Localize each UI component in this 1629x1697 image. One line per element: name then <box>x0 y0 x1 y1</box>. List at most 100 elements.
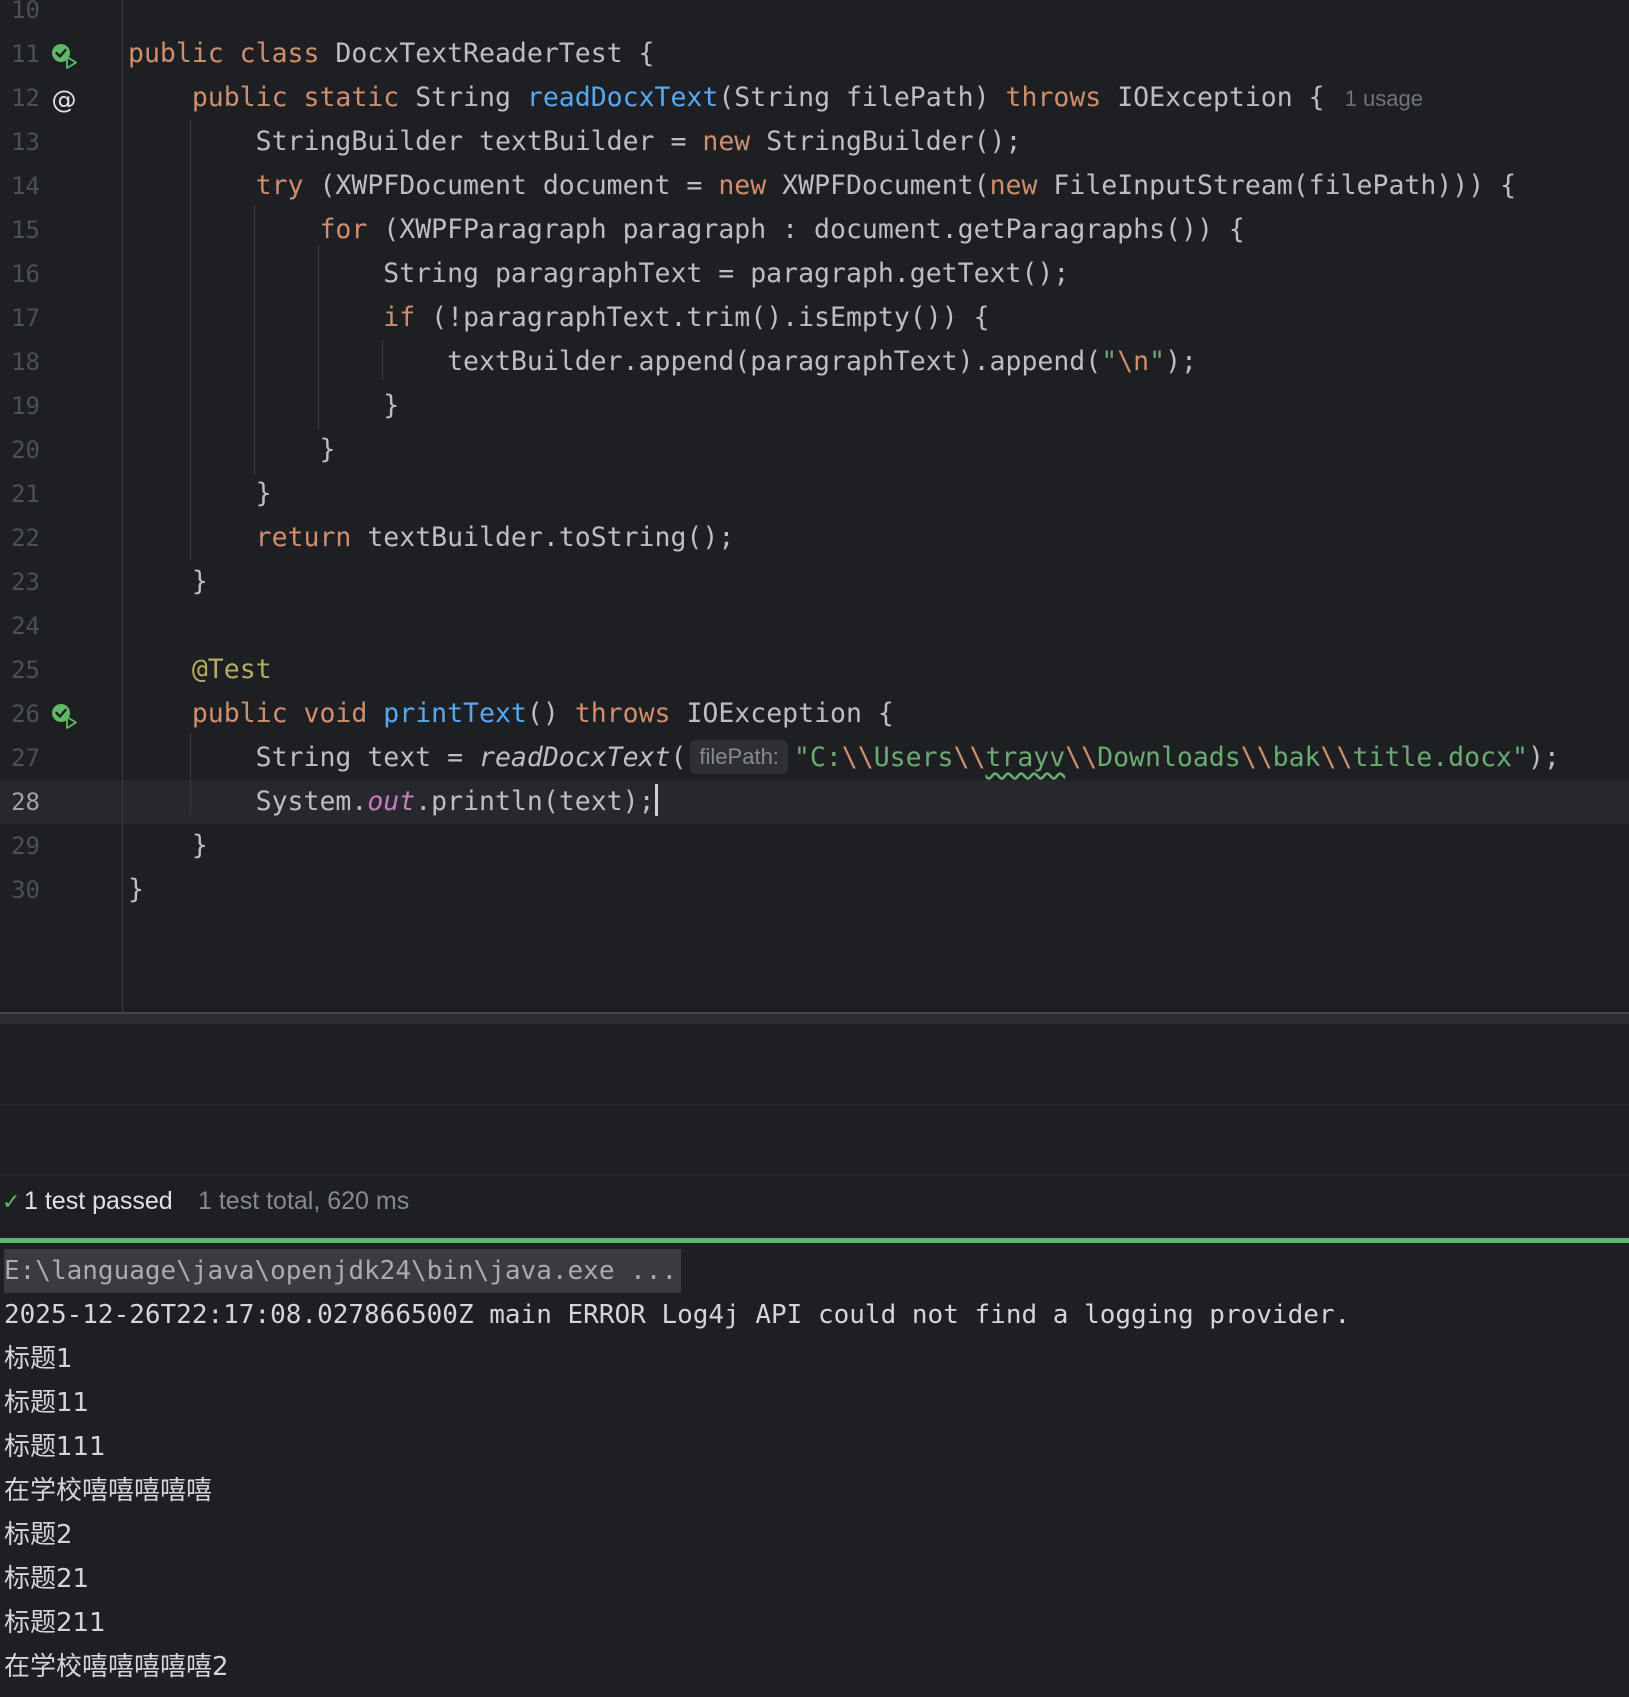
code-token: StringBuilder textBuilder = <box>128 126 703 157</box>
code-text[interactable]: } <box>128 384 399 428</box>
code-token: ); <box>1165 346 1197 377</box>
code-line-18[interactable]: 18 textBuilder.append(paragraphText).app… <box>0 340 1629 384</box>
code-line-29[interactable]: 29 } <box>0 824 1629 868</box>
code-line-16[interactable]: 16 String paragraphText = paragraph.getT… <box>0 252 1629 296</box>
code-text[interactable]: } <box>128 868 144 912</box>
code-text[interactable]: public class DocxTextReaderTest { <box>128 32 655 76</box>
code-text[interactable]: @Test <box>128 648 272 692</box>
code-line-13[interactable]: 13 StringBuilder textBuilder = new Strin… <box>0 120 1629 164</box>
code-text[interactable]: for (XWPFParagraph paragraph : document.… <box>128 208 1244 252</box>
tests-summary: 1 test total, 620 ms <box>198 1187 410 1215</box>
run-test-icon[interactable] <box>50 42 77 69</box>
code-line-12[interactable]: 12 @ public static String readDocxText(St… <box>0 76 1629 120</box>
code-line-27[interactable]: 27 String text = readDocxText(filePath: "… <box>0 736 1629 780</box>
code-token: \\ <box>1320 742 1353 773</box>
code-text[interactable]: return textBuilder.toString(); <box>128 516 735 560</box>
code-line-30[interactable]: 30} <box>0 868 1629 912</box>
code-token: @Test <box>191 654 272 685</box>
ide-window: 10 11 public class DocxTextReaderTest { 12 @… <box>0 0 1629 1697</box>
code-text[interactable]: } <box>128 560 208 604</box>
code-text[interactable]: textBuilder.append(paragraphText).append… <box>128 340 1197 384</box>
code-line-19[interactable]: 19 } <box>0 384 1629 428</box>
code-text[interactable]: public void printText() throws IOExcepti… <box>128 692 894 736</box>
code-line-11[interactable]: 11 public class DocxTextReaderTest { <box>0 32 1629 76</box>
code-text[interactable]: try (XWPFDocument document = new XWPFDoc… <box>128 164 1516 208</box>
code-token: \\ <box>1240 742 1273 773</box>
console-line: 在学校嘻嘻嘻嘻嘻 <box>4 1476 213 1506</box>
line-number[interactable]: 28 <box>0 780 40 824</box>
code-line-20[interactable]: 20 } <box>0 428 1629 472</box>
code-text[interactable]: } <box>128 824 208 868</box>
indent-guide <box>318 245 319 430</box>
run-test-icon[interactable] <box>50 702 77 729</box>
code-text[interactable]: public static String readDocxText(String… <box>128 76 1423 121</box>
code-line-21[interactable]: 21 } <box>0 472 1629 516</box>
line-number[interactable]: 30 <box>0 868 40 912</box>
code-token: " <box>1149 346 1166 377</box>
console-line: 在学校嘻嘻嘻嘻嘻2 <box>4 1652 229 1682</box>
code-line-10[interactable]: 10 <box>0 0 1629 32</box>
code-line-26[interactable]: 26 public void printText() throws IOExce… <box>0 692 1629 736</box>
line-number[interactable]: 25 <box>0 648 40 692</box>
console-line: 标题21 <box>4 1564 90 1594</box>
text-caret <box>654 784 658 816</box>
console-output[interactable]: E:\language\java\openjdk24\bin\java.exe … <box>0 1243 1629 1697</box>
code-text[interactable]: } <box>128 472 272 516</box>
code-text[interactable]: String text = readDocxText(filePath: "C:\… <box>128 736 1560 780</box>
code-token: (XWPFDocument document = <box>319 170 719 201</box>
indent-guide <box>382 340 383 380</box>
line-number[interactable]: 16 <box>0 252 40 296</box>
tests-passed-label: 1 test passed <box>24 1187 173 1215</box>
console-line: 标题211 <box>4 1608 106 1638</box>
console-line: 标题11 <box>4 1388 90 1418</box>
usages-hint[interactable]: 1 usage <box>1345 86 1423 111</box>
line-number[interactable]: 27 <box>0 736 40 780</box>
line-number[interactable]: 11 <box>0 32 40 76</box>
code-line-17[interactable]: 17 if (!paragraphText.trim().isEmpty()) … <box>0 296 1629 340</box>
code-editor[interactable]: 10 11 public class DocxTextReaderTest { 12 @… <box>0 0 1629 1015</box>
code-token: FileInputStream(filePath))) { <box>1053 170 1517 201</box>
code-token: new <box>718 170 783 201</box>
line-number[interactable]: 26 <box>0 692 40 736</box>
line-number[interactable]: 19 <box>0 384 40 428</box>
line-number[interactable]: 18 <box>0 340 40 384</box>
svg-text:@: @ <box>52 86 77 114</box>
implemented-icon[interactable]: @ <box>50 85 77 114</box>
console-command-line[interactable]: E:\language\java\openjdk24\bin\java.exe … <box>4 1249 682 1293</box>
code-line-15[interactable]: 15 for (XWPFParagraph paragraph : docume… <box>0 208 1629 252</box>
code-token: textBuilder.append(paragraphText).append… <box>128 346 1102 377</box>
line-number[interactable]: 12 <box>0 76 40 120</box>
code-token: } <box>128 566 208 597</box>
code-line-25[interactable]: 25 @Test <box>0 648 1629 692</box>
line-number[interactable]: 23 <box>0 560 40 604</box>
code-line-28[interactable]: 28 System.out.println(text); <box>0 780 1629 824</box>
line-number[interactable]: 14 <box>0 164 40 208</box>
code-token: ); <box>1527 742 1560 773</box>
code-text[interactable]: String paragraphText = paragraph.getText… <box>128 252 1069 296</box>
code-line-24[interactable]: 24 <box>0 604 1629 648</box>
line-number[interactable]: 15 <box>0 208 40 252</box>
line-number[interactable]: 24 <box>0 604 40 648</box>
code-text[interactable]: System.out.println(text); <box>128 780 658 824</box>
line-number[interactable]: 22 <box>0 516 40 560</box>
code-line-22[interactable]: 22 return textBuilder.toString(); <box>0 516 1629 560</box>
line-number[interactable]: 29 <box>0 824 40 868</box>
code-token: () <box>526 698 575 729</box>
line-number[interactable]: 10 <box>0 0 40 32</box>
code-text[interactable]: if (!paragraphText.trim().isEmpty()) { <box>128 296 989 340</box>
code-line-14[interactable]: 14 try (XWPFDocument document = new XWPF… <box>0 164 1629 208</box>
code-text[interactable]: } <box>128 428 335 472</box>
code-token: } <box>128 830 208 861</box>
line-number[interactable]: 20 <box>0 428 40 472</box>
line-number[interactable]: 21 <box>0 472 40 516</box>
line-number[interactable]: 13 <box>0 120 40 164</box>
line-number[interactable]: 17 <box>0 296 40 340</box>
code-token: throws <box>574 698 687 729</box>
code-token: } <box>128 390 400 421</box>
gutter-divider <box>122 0 123 1012</box>
code-text[interactable]: StringBuilder textBuilder = new StringBu… <box>128 120 1022 164</box>
code-token: throws <box>1005 82 1118 113</box>
code-line-23[interactable]: 23 } <box>0 560 1629 604</box>
